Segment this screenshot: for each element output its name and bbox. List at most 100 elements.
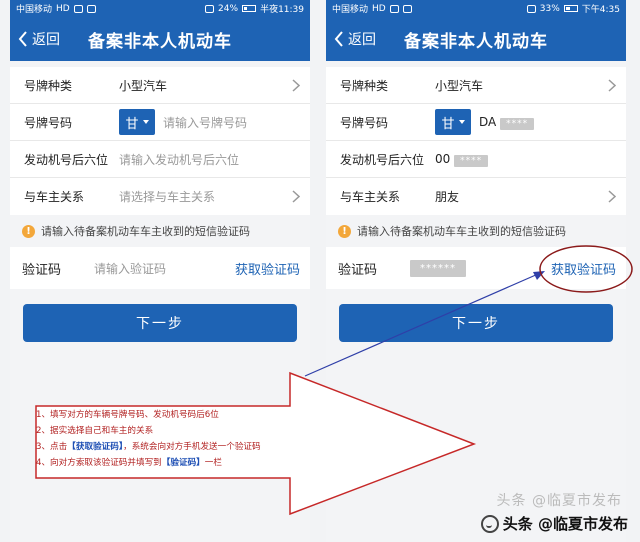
step-3-highlight: 【获取验证码】 bbox=[67, 442, 124, 452]
province-selector[interactable]: 甘 bbox=[119, 109, 155, 135]
vehicle-form: 号牌种类 小型汽车 号牌号码 甘 请输入号牌号码 发动机号后六位 请输入发动机号… bbox=[10, 67, 310, 215]
screenshot-canvas: 中国移动 HD 24% 半夜11:39 返回 备案非本人机动车 号牌种类 小型汽… bbox=[0, 0, 640, 542]
plate-number-row: 号牌号码 甘 DA **** bbox=[326, 104, 626, 141]
watermark: 头条 @临夏市发布 bbox=[480, 513, 628, 534]
plate-number-value: DA bbox=[479, 114, 497, 129]
notification-icon bbox=[86, 4, 96, 13]
step-3-text-end: ，系统会向对方手机发送一个验证码 bbox=[123, 442, 261, 452]
engine-input[interactable]: 00 **** bbox=[435, 151, 489, 167]
plate-number-input[interactable]: DA **** bbox=[479, 114, 535, 130]
warning-icon: ! bbox=[22, 224, 35, 238]
nav-bar: 返回 备案非本人机动车 bbox=[10, 17, 310, 61]
carrier-text: 中国移动 bbox=[332, 5, 369, 15]
instruction-step-1: 1、填写对方的车辆号牌号码、发动机号码后6位 bbox=[36, 410, 219, 420]
relation-label: 与车主关系 bbox=[24, 190, 85, 204]
chevron-left-icon bbox=[18, 31, 27, 47]
relation-select: 请选择与车主关系 bbox=[119, 190, 216, 204]
chevron-right-icon bbox=[608, 190, 616, 203]
plate-type-row[interactable]: 号牌种类 小型汽车 bbox=[10, 67, 310, 104]
phone-screen-after: 中国移动 HD 33% 下午4:35 返回 备案非本人机动车 号牌种类 小型汽车… bbox=[326, 0, 626, 542]
warning-icon: ! bbox=[338, 224, 351, 238]
plate-type-row[interactable]: 号牌种类 小型汽车 bbox=[326, 67, 626, 104]
get-code-button[interactable]: 获取验证码 bbox=[551, 259, 616, 278]
notification-icon bbox=[402, 4, 412, 13]
network-badge: HD bbox=[56, 3, 70, 14]
verification-input[interactable]: ****** bbox=[410, 259, 551, 277]
province-value: 甘 bbox=[441, 116, 455, 132]
plate-number-row: 号牌号码 甘 请输入号牌号码 bbox=[10, 104, 310, 141]
carrier-text: 中国移动 bbox=[16, 5, 53, 15]
sms-notice: ! 请输入待备案机动车车主收到的短信验证码 bbox=[326, 215, 626, 247]
plate-type-label: 号牌种类 bbox=[340, 78, 389, 93]
step-4-text-end: 一栏 bbox=[204, 458, 222, 468]
verification-row: 验证码 请输入验证码 获取验证码 bbox=[10, 247, 310, 289]
get-code-button[interactable]: 获取验证码 bbox=[235, 259, 300, 278]
instruction-step-2: 2、据实选择自己和车主的关系 bbox=[36, 426, 154, 436]
clock: 半夜11:39 bbox=[260, 5, 304, 15]
engine-label: 发动机号后六位 bbox=[340, 152, 425, 167]
relation-select: 朋友 bbox=[435, 190, 460, 204]
relation-row[interactable]: 与车主关系 请选择与车主关系 bbox=[10, 178, 310, 215]
sms-notice-text: 请输入待备案机动车车主收到的短信验证码 bbox=[41, 225, 250, 238]
relation-row[interactable]: 与车主关系 朋友 bbox=[326, 178, 626, 215]
battery-icon bbox=[563, 5, 578, 12]
step-3-text: 3、点击 bbox=[36, 442, 68, 452]
engine-value: 00 bbox=[435, 151, 451, 166]
battery-percent: 24% bbox=[218, 3, 239, 14]
instruction-text: 1、填写对方的车辆号牌号码、发动机号码后6位 2、据实选择自己和车主的关系 3、… bbox=[36, 407, 306, 471]
province-value: 甘 bbox=[125, 116, 139, 132]
engine-row: 发动机号后六位 请输入发动机号后六位 bbox=[10, 141, 310, 178]
watermark-text: 头条 @临夏市发布 bbox=[502, 515, 628, 533]
privacy-mask: **** bbox=[454, 154, 489, 167]
verification-label: 验证码 bbox=[22, 262, 62, 278]
status-bar: 中国移动 HD 33% 下午4:35 bbox=[326, 0, 626, 17]
verification-label: 验证码 bbox=[338, 262, 378, 278]
watermark-shadow: 头条 @临夏市发布 bbox=[496, 493, 622, 509]
chevron-right-icon bbox=[292, 79, 300, 92]
chevron-right-icon bbox=[608, 79, 616, 92]
wechat-icon bbox=[389, 4, 399, 13]
next-step-button[interactable]: 下一步 bbox=[339, 304, 613, 342]
engine-row: 发动机号后六位 00 **** bbox=[326, 141, 626, 178]
verification-input[interactable]: 请输入验证码 bbox=[94, 260, 235, 277]
engine-label: 发动机号后六位 bbox=[24, 152, 109, 167]
wifi-icon bbox=[205, 4, 215, 13]
chevron-left-icon bbox=[334, 31, 343, 47]
plate-number-input[interactable]: 请输入号牌号码 bbox=[163, 114, 247, 131]
relation-label: 与车主关系 bbox=[340, 190, 401, 204]
page-title: 备案非本人机动车 bbox=[88, 31, 232, 52]
battery-icon bbox=[242, 5, 257, 12]
sms-notice-text: 请输入待备案机动车车主收到的短信验证码 bbox=[357, 225, 566, 238]
privacy-mask: **** bbox=[500, 117, 535, 130]
network-badge: HD bbox=[372, 3, 386, 14]
back-label: 返回 bbox=[348, 32, 376, 48]
dropdown-triangle-icon bbox=[142, 120, 149, 124]
page-title: 备案非本人机动车 bbox=[404, 31, 548, 52]
engine-input[interactable]: 请输入发动机号后六位 bbox=[119, 151, 239, 168]
instruction-step-4: 4、向对方索取该验证码并填写到【验证码】一栏 bbox=[36, 455, 306, 471]
dropdown-triangle-icon bbox=[458, 120, 465, 124]
back-button[interactable]: 返回 bbox=[18, 17, 60, 61]
next-step-button[interactable]: 下一步 bbox=[23, 304, 297, 342]
sms-notice: ! 请输入待备案机动车车主收到的短信验证码 bbox=[10, 215, 310, 247]
status-bar: 中国移动 HD 24% 半夜11:39 bbox=[10, 0, 310, 17]
step-4-text: 4、向对方索取该验证码并填写到 bbox=[36, 458, 162, 468]
back-label: 返回 bbox=[32, 32, 60, 48]
vehicle-form: 号牌种类 小型汽车 号牌号码 甘 DA **** 发动机号后六位 00 ****… bbox=[326, 67, 626, 215]
plate-type-value: 小型汽车 bbox=[435, 78, 484, 93]
wifi-icon bbox=[526, 4, 536, 13]
verification-row: 验证码 ****** 获取验证码 bbox=[326, 247, 626, 289]
instruction-step-3: 3、点击【获取验证码】，系统会向对方手机发送一个验证码 bbox=[36, 439, 306, 455]
wechat-icon bbox=[73, 4, 83, 13]
back-button[interactable]: 返回 bbox=[334, 17, 376, 61]
chevron-right-icon bbox=[292, 190, 300, 203]
nav-bar: 返回 备案非本人机动车 bbox=[326, 17, 626, 61]
toutiao-logo-icon bbox=[480, 514, 499, 533]
province-selector[interactable]: 甘 bbox=[435, 109, 471, 135]
step-4-highlight: 【验证码】 bbox=[161, 458, 205, 468]
battery-percent: 33% bbox=[539, 3, 560, 14]
plate-number-label: 号牌号码 bbox=[24, 115, 73, 130]
clock: 下午4:35 bbox=[581, 5, 620, 15]
plate-type-value: 小型汽车 bbox=[119, 78, 168, 93]
plate-number-label: 号牌号码 bbox=[340, 115, 389, 130]
